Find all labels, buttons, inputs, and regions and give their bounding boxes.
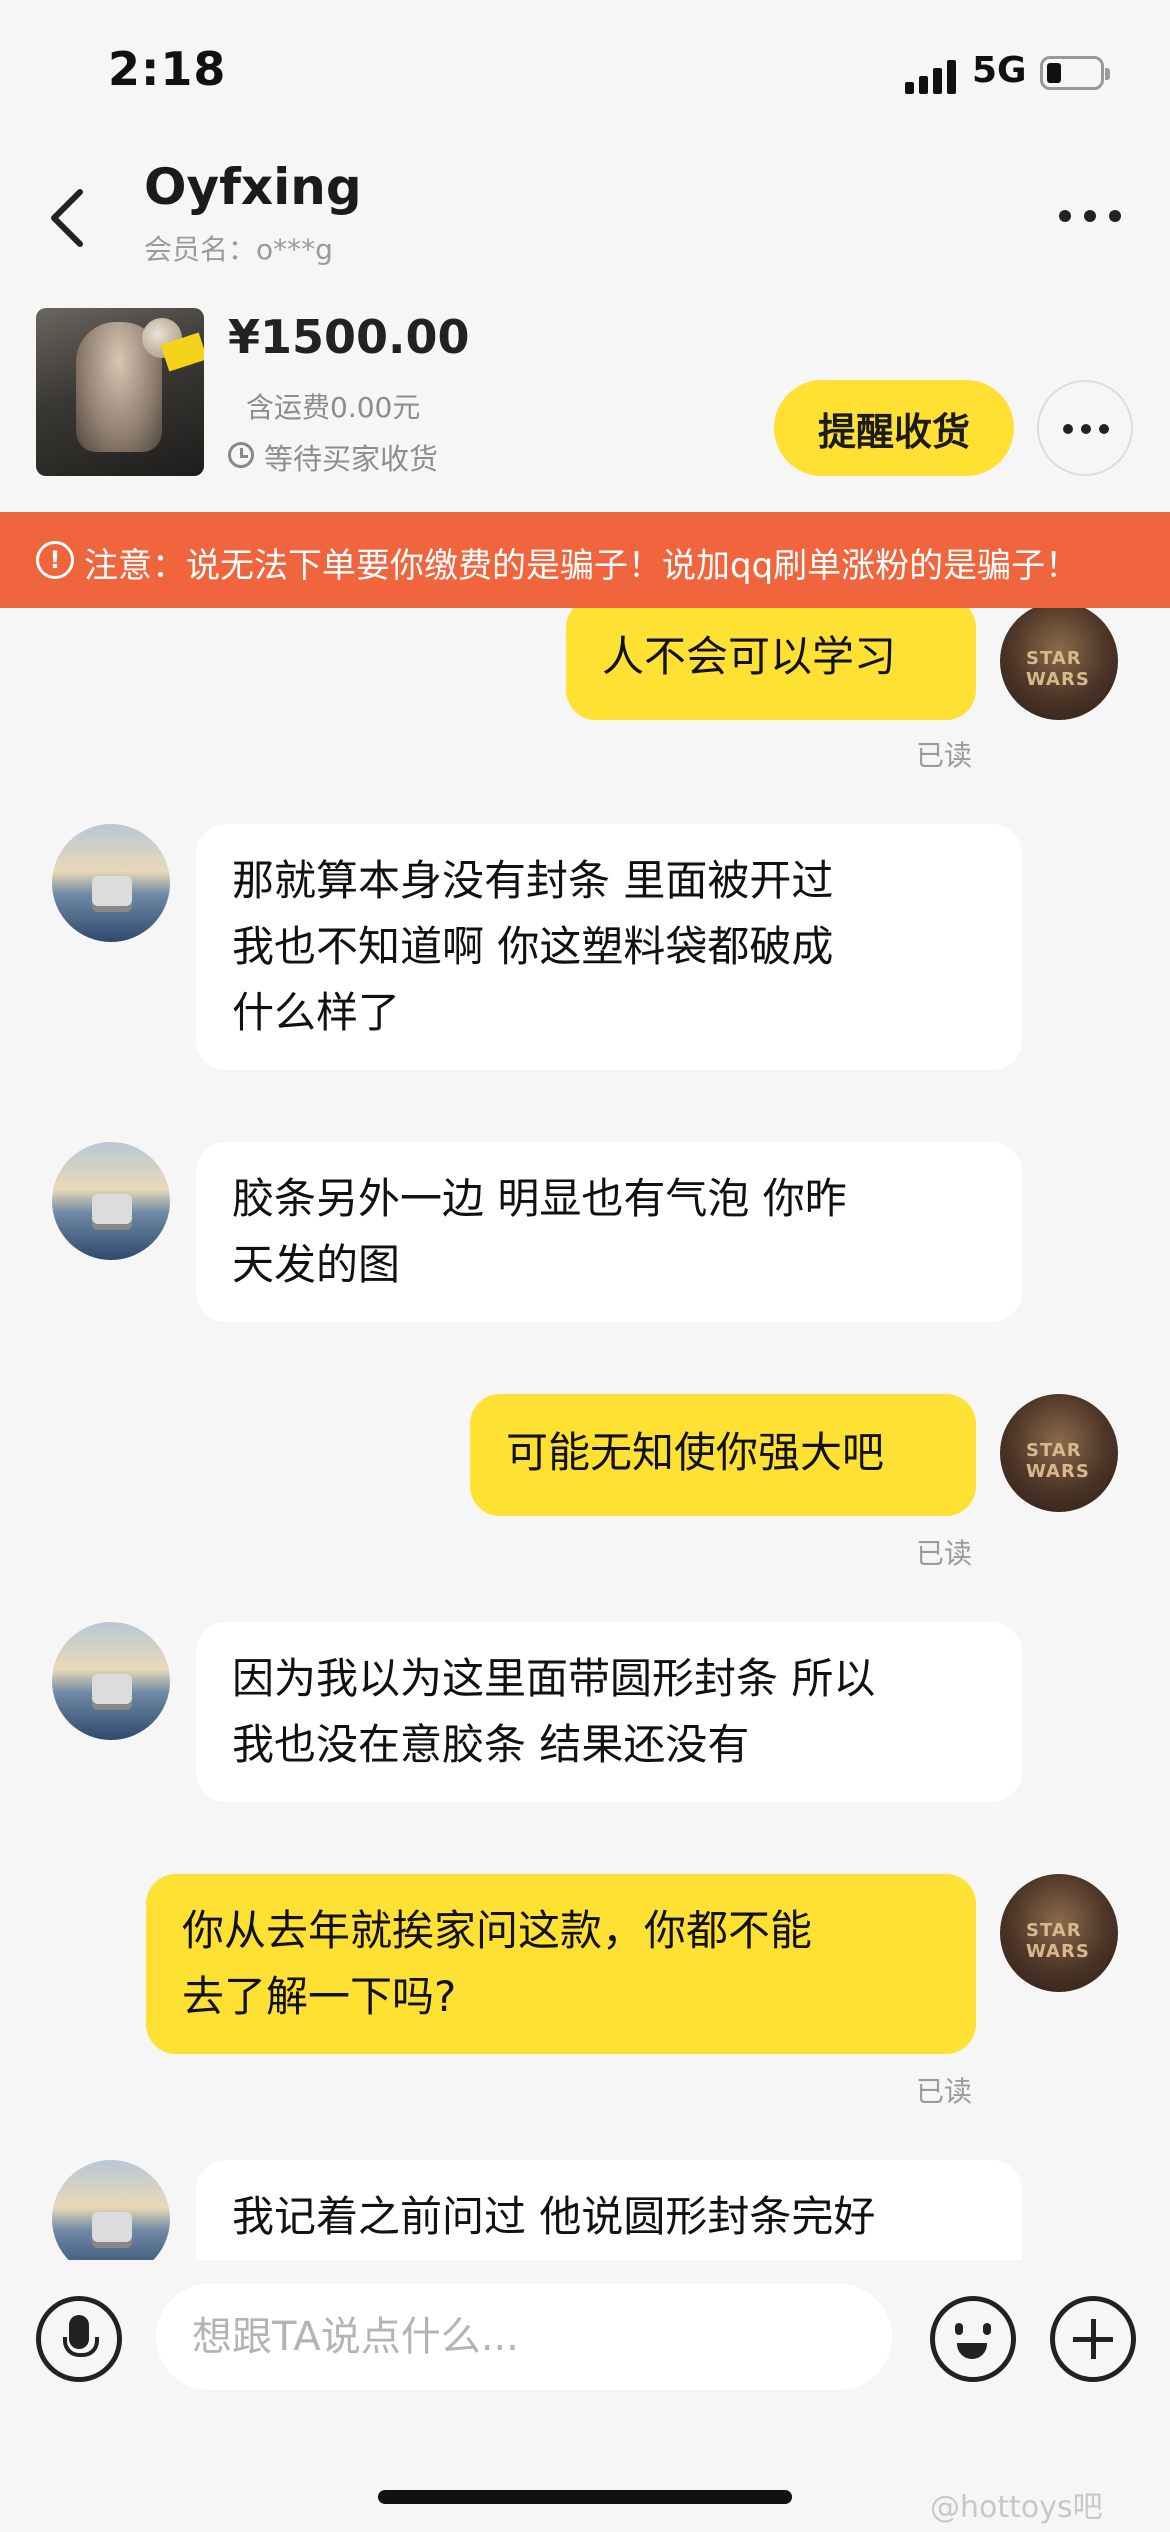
clock-icon	[228, 442, 254, 468]
shipping-fee: 含运费0.00元	[246, 391, 421, 424]
avatar-text: STAR WARS	[1026, 648, 1090, 690]
status-bar: 2:18 5G	[0, 0, 1170, 140]
chevron-left-icon[interactable]	[44, 178, 94, 258]
order-product-card[interactable]: ¥1500.00 含运费0.00元 等待买家收货 提醒收货	[0, 300, 1170, 510]
message-bubble-received[interactable]: 那就算本身没有封条 里面被开过 我也不知道啊 你这塑料袋都破成 什么样了	[196, 824, 1022, 1070]
emoji-icon[interactable]	[930, 2296, 1016, 2382]
member-name: 会员名：o***g	[144, 233, 333, 266]
message-bubble-received[interactable]: 胶条另外一边 明显也有气泡 你昨 天发的图	[196, 1142, 1022, 1322]
status-time: 2:18	[108, 42, 227, 96]
network-label: 5G	[972, 50, 1027, 91]
message-text: 可能无知使你强大吧	[506, 1428, 885, 1477]
order-status: 等待买家收货	[264, 442, 439, 476]
my-avatar[interactable]: STAR WARS	[1000, 1394, 1118, 1512]
message-bubble-received[interactable]: 因为我以为这里面带圆形封条 所以 我也没在意胶条 结果还没有	[196, 1622, 1022, 1802]
read-receipt: 已读	[916, 739, 973, 772]
read-receipt: 已读	[916, 1537, 973, 1570]
plus-icon[interactable]	[1050, 2296, 1136, 2382]
chat-message-list[interactable]: 人不会可以学习 STAR WARS 已读 那就算本身没有封条 里面被开过 我也不…	[0, 608, 1170, 2260]
warning-icon: !	[36, 541, 74, 579]
fraud-warning-banner: ! 注意：说无法下单要你缴费的是骗子！说加qq刷单涨粉的是骗子！	[0, 512, 1170, 608]
more-horizontal-icon[interactable]	[1055, 200, 1125, 230]
my-avatar[interactable]: STAR WARS	[1000, 1874, 1118, 1992]
product-thumbnail[interactable]	[36, 308, 204, 476]
message-bubble-received[interactable]: 我记着之前问过 他说圆形封条完好	[196, 2160, 1022, 2260]
message-text: 那就算本身没有封条 里面被开过	[232, 856, 834, 905]
message-text: 胶条另外一边 明显也有气泡 你昨	[232, 1174, 847, 1223]
home-indicator[interactable]	[378, 2490, 792, 2504]
microphone-icon[interactable]	[36, 2296, 122, 2382]
message-input[interactable]	[156, 2284, 892, 2390]
message-text: 天发的图	[232, 1240, 401, 1289]
message-text: 我记着之前问过 他说圆形封条完好	[232, 2192, 876, 2241]
contact-avatar[interactable]	[52, 1142, 170, 1260]
message-text: 去了解一下吗?	[182, 1972, 457, 2021]
chat-header: Oyfxing 会员名：o***g	[0, 140, 1170, 290]
message-bubble-sent[interactable]: 可能无知使你强大吧	[470, 1394, 976, 1516]
order-more-button[interactable]	[1037, 380, 1133, 476]
my-avatar[interactable]: STAR WARS	[1000, 608, 1118, 720]
message-text: 什么样了	[232, 988, 401, 1037]
contact-avatar[interactable]	[52, 1622, 170, 1740]
message-bubble-sent[interactable]: 人不会可以学习	[566, 608, 976, 720]
contact-avatar[interactable]	[52, 824, 170, 942]
remind-receipt-button[interactable]: 提醒收货	[774, 380, 1014, 476]
message-text: 你从去年就挨家问这款，你都不能	[182, 1906, 813, 1955]
contact-avatar[interactable]	[52, 2160, 170, 2260]
warning-text: 注意：说无法下单要你缴费的是骗子！说加qq刷单涨粉的是骗子！	[84, 546, 1080, 586]
avatar-text: STAR WARS	[1026, 1920, 1090, 1962]
message-text: 因为我以为这里面带圆形封条 所以	[232, 1654, 876, 1703]
read-receipt: 已读	[916, 2075, 973, 2108]
cellular-signal-icon	[905, 58, 961, 94]
message-text: 我也没在意胶条 结果还没有	[232, 1720, 750, 1769]
message-bubble-sent[interactable]: 你从去年就挨家问这款，你都不能 去了解一下吗?	[146, 1874, 976, 2054]
message-text: 我也不知道啊 你这塑料袋都破成	[232, 922, 834, 971]
chat-input-bar: @hottoys吧	[0, 2260, 1170, 2532]
watermark: @hottoys吧	[930, 2490, 1103, 2525]
contact-name: Oyfxing	[144, 158, 362, 216]
product-price: ¥1500.00	[228, 310, 470, 364]
battery-low-icon	[1040, 56, 1110, 90]
avatar-text: STAR WARS	[1026, 1440, 1090, 1482]
message-text: 人不会可以学习	[602, 632, 897, 681]
